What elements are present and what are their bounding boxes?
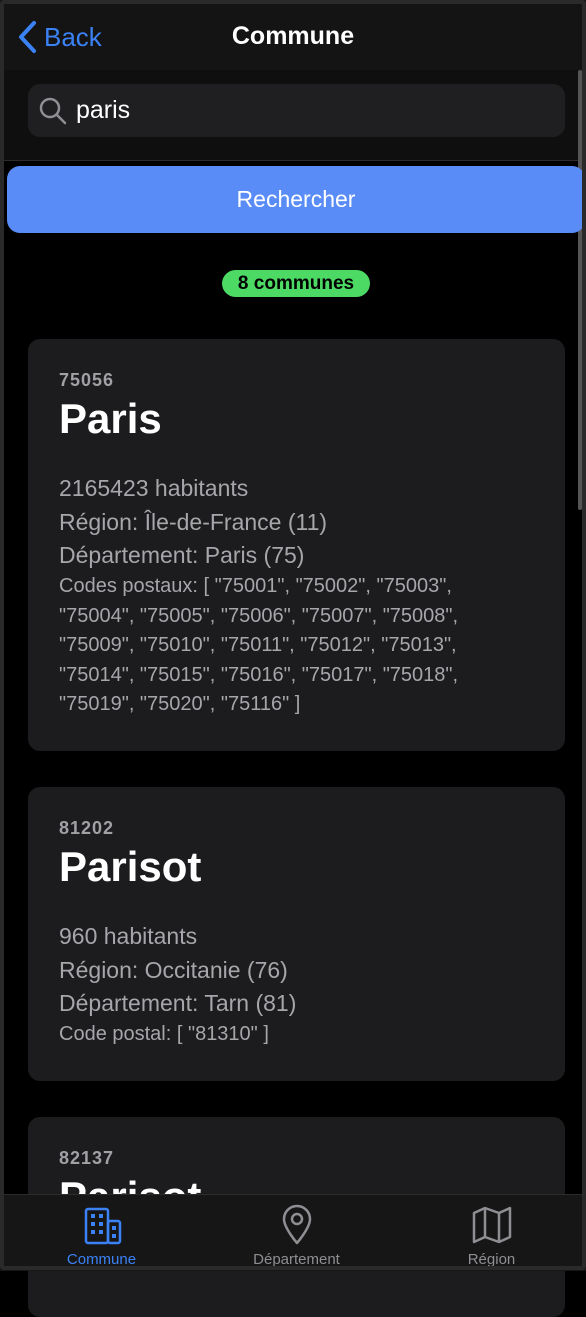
commune-population: 960 habitants — [59, 923, 198, 949]
location-pin-icon — [282, 1204, 311, 1245]
search-bar-container — [0, 70, 586, 161]
search-icon — [39, 97, 67, 124]
tab-departement[interactable]: Département — [199, 1195, 394, 1271]
postal-line: "75014", "75015", "75016", "75017", "750… — [59, 663, 459, 686]
page-title: Commune — [231, 22, 355, 50]
commune-region: Région: Occitanie (76) — [59, 957, 288, 983]
commune-code: 81202 — [59, 818, 115, 838]
commune-name: Paris — [59, 395, 162, 442]
postal-line: "75004", "75005", "75006", "75007", "750… — [59, 604, 459, 627]
commune-code: 75056 — [59, 370, 115, 390]
commune-card[interactable]: 81202 Parisot 960 habitants Région: Occi… — [28, 787, 565, 1081]
tab-commune-label: Commune — [66, 1251, 137, 1268]
result-count-badge: 8 communes — [222, 270, 370, 297]
map-icon — [472, 1206, 511, 1244]
commune-departement: Département: Paris (75) — [59, 542, 305, 568]
commune-name: Parisot — [59, 843, 202, 890]
scrollbar[interactable] — [578, 70, 582, 510]
tab-region[interactable]: Région — [394, 1195, 586, 1271]
search-field[interactable] — [28, 84, 565, 137]
commune-region: Région: Île-de-France (11) — [59, 509, 328, 535]
postal-line: "75019", "75020", "75116" ] — [59, 693, 301, 715]
navigation-bar: Back Commune — [0, 0, 586, 71]
commune-postal-codes: Code postal: [ "81310" ] — [59, 1020, 539, 1050]
postal-line: Codes postaux: [ "75001", "75002", "7500… — [59, 575, 452, 597]
commune-code: 82137 — [59, 1148, 115, 1168]
commune-postal-codes: Codes postaux: [ "75001", "75002", "7500… — [59, 572, 539, 720]
postal-line: Code postal: [ "81310" ] — [59, 1023, 269, 1045]
search-button[interactable]: Rechercher — [7, 166, 585, 233]
tab-departement-label: Département — [253, 1251, 340, 1268]
tab-bar: Commune Département Région — [0, 1194, 586, 1271]
building-icon — [84, 1207, 121, 1245]
commune-population: 2165423 habitants — [59, 475, 249, 501]
postal-line: "75009", "75010", "75011", "75012", "750… — [59, 634, 457, 656]
commune-departement: Département: Tarn (81) — [59, 990, 297, 1016]
commune-card[interactable]: 75056 Paris 2165423 habitants Région: Îl… — [28, 339, 565, 751]
search-input[interactable] — [74, 95, 518, 126]
tab-commune[interactable]: Commune — [4, 1195, 199, 1271]
tab-region-label: Région — [467, 1251, 516, 1268]
